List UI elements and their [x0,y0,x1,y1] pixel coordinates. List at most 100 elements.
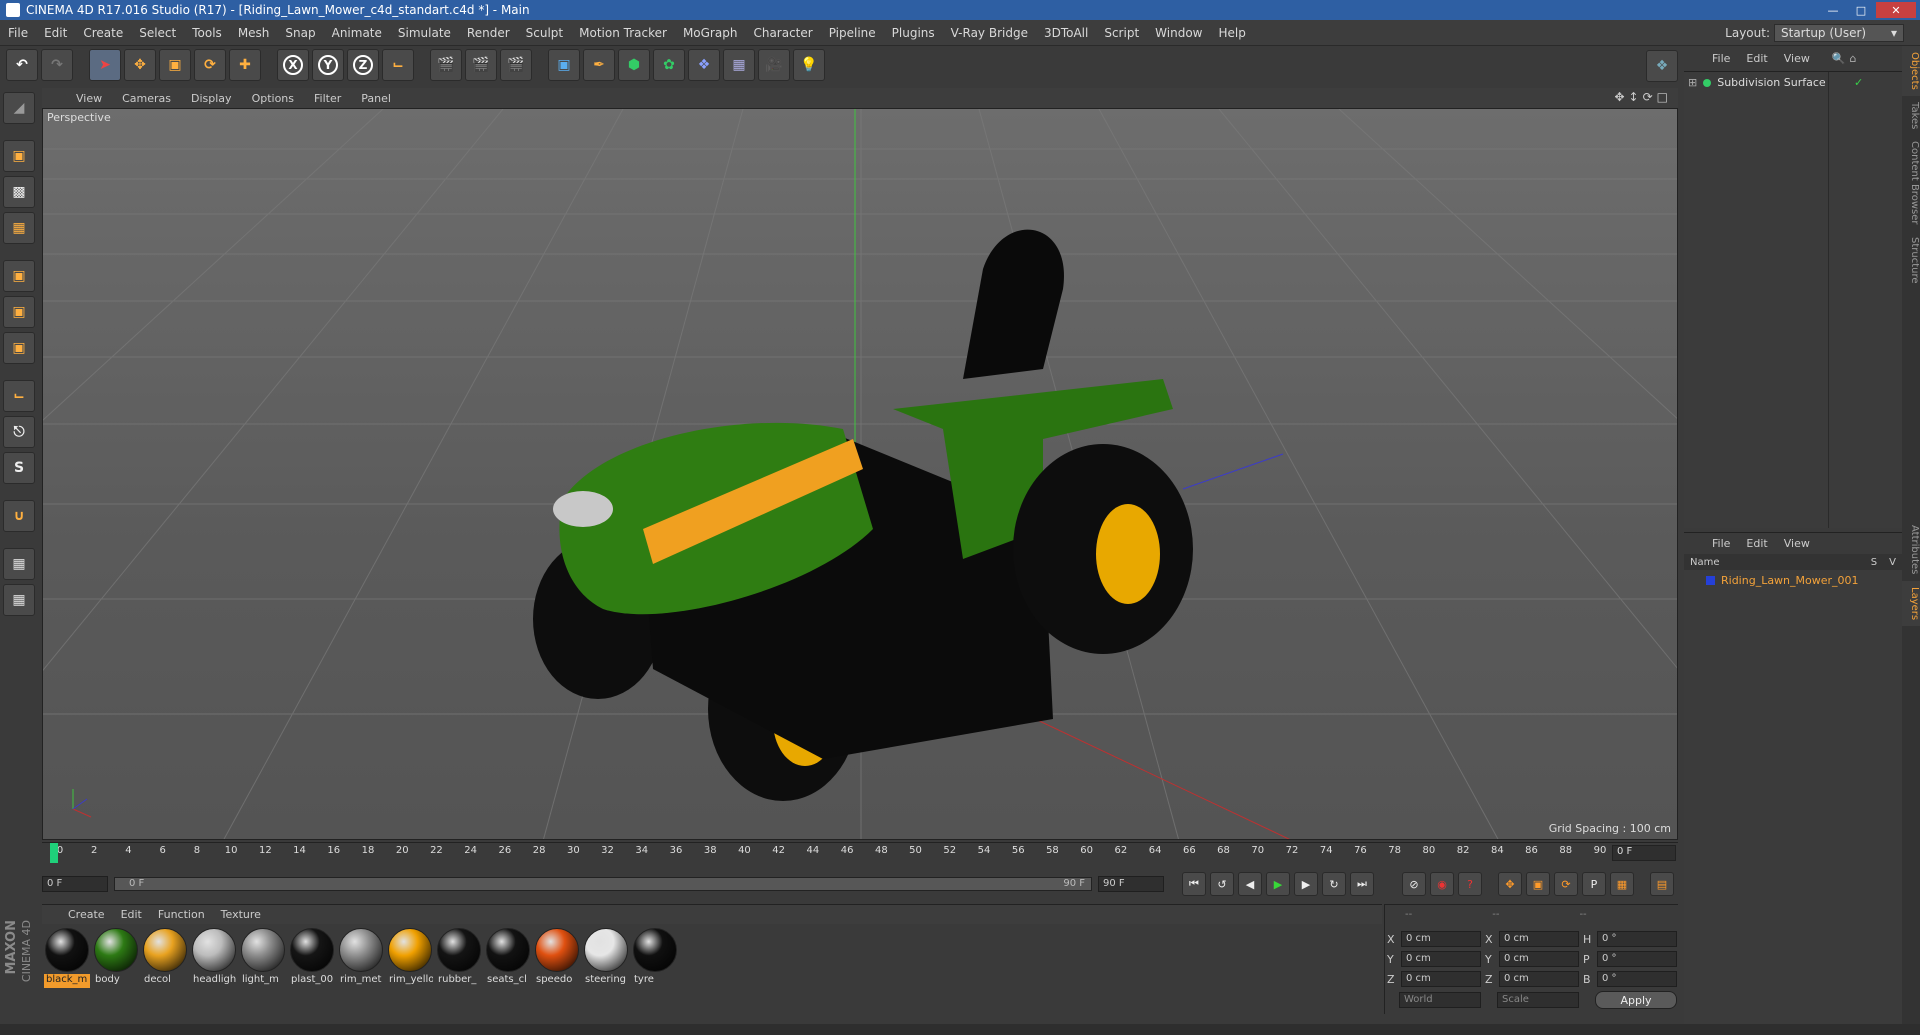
scale-button[interactable]: ▣ [159,49,191,81]
key-position-button[interactable]: ✥ [1498,872,1522,896]
material-swatch[interactable]: rim_yello [387,928,433,1014]
menu-mesh[interactable]: Mesh [230,26,278,40]
viewport-menu-cameras[interactable]: Cameras [112,92,181,105]
locked-workplane-button[interactable]: ▦ [3,548,35,580]
z-axis-button[interactable]: Z [347,49,379,81]
layer-menu-edit[interactable]: Edit [1738,537,1775,550]
key-rotation-button[interactable]: ⟳ [1554,872,1578,896]
viewport-menu-filter[interactable]: Filter [304,92,351,105]
render-picture-viewer-button[interactable]: 🎬 [465,49,497,81]
render-view-button[interactable]: 🎬 [430,49,462,81]
end-frame-field[interactable]: 90 F [1098,876,1164,892]
key-parameter-button[interactable]: P [1582,872,1606,896]
menu-3dtoall[interactable]: 3DToAll [1036,26,1096,40]
menu-pipeline[interactable]: Pipeline [821,26,884,40]
workplane-mode-button[interactable]: ▦ [3,212,35,244]
tab-content-browser[interactable]: Content Browser [1902,135,1920,230]
current-frame-field[interactable]: 0 F [1612,845,1676,861]
material-swatch[interactable]: rubber_ [436,928,482,1014]
menu-snap[interactable]: Snap [277,26,323,40]
go-to-end-button[interactable]: ⏭ [1350,872,1374,896]
menu-create[interactable]: Create [75,26,131,40]
python-button[interactable]: ❖ [1646,50,1678,82]
floor-button[interactable]: ▦ [723,49,755,81]
texture-mode-button[interactable]: ▩ [3,176,35,208]
apply-button[interactable]: Apply [1595,991,1677,1009]
viewport-menu-display[interactable]: Display [181,92,242,105]
subdivision-button[interactable]: ⬢ [618,49,650,81]
coord-rot-h-field[interactable]: 0 ° [1597,931,1677,947]
menu-motion-tracker[interactable]: Motion Tracker [571,26,675,40]
material-swatch[interactable]: steering [583,928,629,1014]
viewport-menu-options[interactable]: Options [242,92,304,105]
coordinate-system-button[interactable]: ⌙ [382,49,414,81]
timeline-window-button[interactable]: ▤ [1650,872,1674,896]
menu-help[interactable]: Help [1210,26,1253,40]
tab-objects[interactable]: Objects [1902,46,1920,96]
expand-icon[interactable]: ⊞ [1688,76,1697,89]
tab-layers[interactable]: Layers [1902,580,1920,626]
menu-render[interactable]: Render [459,26,518,40]
pen-spline-button[interactable]: ✒ [583,49,615,81]
layer-row[interactable]: Riding_Lawn_Mower_001 [1684,574,1902,587]
menu-character[interactable]: Character [745,26,820,40]
tab-attributes[interactable]: Attributes [1902,519,1920,580]
maximize-button[interactable]: □ [1848,2,1874,18]
layout-dropdown[interactable]: Startup (User) ▾ [1774,24,1904,42]
coord-pos-x-field[interactable]: 0 cm [1401,931,1481,947]
rotate-button[interactable]: ⟳ [194,49,226,81]
model-mode-button[interactable]: ▣ [3,140,35,172]
menu-sculpt[interactable]: Sculpt [518,26,571,40]
material-swatch[interactable]: speedo [534,928,580,1014]
coord-size-y-field[interactable]: 0 cm [1499,951,1579,967]
redo-button[interactable]: ↷ [41,49,73,81]
points-mode-button[interactable]: ▣ [3,260,35,292]
material-swatch[interactable]: light_m [240,928,286,1014]
menu-plugins[interactable]: Plugins [884,26,943,40]
material-menu-edit[interactable]: Edit [113,908,150,921]
menu-window[interactable]: Window [1147,26,1210,40]
material-swatch[interactable]: headligh [191,928,237,1014]
transform-button[interactable]: ✚ [229,49,261,81]
snap-button[interactable]: S [3,452,35,484]
viewport-rotate-icon[interactable]: ⟳ [1643,90,1653,104]
viewport-zoom-icon[interactable]: ↕ [1629,90,1639,104]
viewport-perspective[interactable]: Perspective Grid Spacing : 100 cm [42,108,1678,840]
viewport-move-icon[interactable]: ✥ [1614,90,1624,104]
home-icon[interactable]: ⌂ [1850,52,1857,65]
viewport-menu-view[interactable]: View [66,92,112,105]
menu-animate[interactable]: Animate [324,26,390,40]
undo-button[interactable]: ↶ [6,49,38,81]
next-key-button[interactable]: ↻ [1322,872,1346,896]
material-swatch[interactable]: tyre [632,928,678,1014]
menu-tools[interactable]: Tools [184,26,230,40]
move-button[interactable]: ✥ [124,49,156,81]
key-pla-button[interactable]: ▦ [1610,872,1634,896]
magnet-button[interactable]: ∪ [3,500,35,532]
timeline-ruler[interactable]: 0 2 4 6 8 10 12 14 16 18 20 22 24 26 28 30 32 34 36 38 40 42 4… [52,845,1612,863]
menu-file[interactable]: File [0,26,36,40]
minimize-button[interactable]: — [1820,2,1846,18]
key-scale-button[interactable]: ▣ [1526,872,1550,896]
axis-mode-button[interactable]: ⌙ [3,380,35,412]
coord-rot-b-field[interactable]: 0 ° [1597,971,1677,987]
previous-frame-button[interactable]: ◀ [1238,872,1262,896]
timeline-playhead[interactable] [50,843,58,863]
material-swatch[interactable]: decol [142,928,188,1014]
tab-structure[interactable]: Structure [1902,231,1920,290]
x-axis-button[interactable]: X [277,49,309,81]
mograph-cloner-button[interactable]: ✿ [653,49,685,81]
coord-pos-z-field[interactable]: 0 cm [1401,971,1481,987]
object-row-subdivision-surface[interactable]: ⊞ Subdivision Surface [1688,76,1898,89]
camera-button[interactable]: 🎥 [758,49,790,81]
material-swatch[interactable]: black_m [44,928,90,1014]
coord-size-mode-dropdown[interactable]: Scale [1497,992,1579,1008]
make-editable-button[interactable]: ◢ [3,92,35,124]
previous-key-button[interactable]: ↺ [1210,872,1234,896]
render-settings-button[interactable]: 🎬 [500,49,532,81]
light-button[interactable]: 💡 [793,49,825,81]
tweak-mode-button[interactable]: ⎋ [3,416,35,448]
coord-rot-p-field[interactable]: 0 ° [1597,951,1677,967]
play-button[interactable]: ▶ [1266,872,1290,896]
coord-pos-y-field[interactable]: 0 cm [1401,951,1481,967]
